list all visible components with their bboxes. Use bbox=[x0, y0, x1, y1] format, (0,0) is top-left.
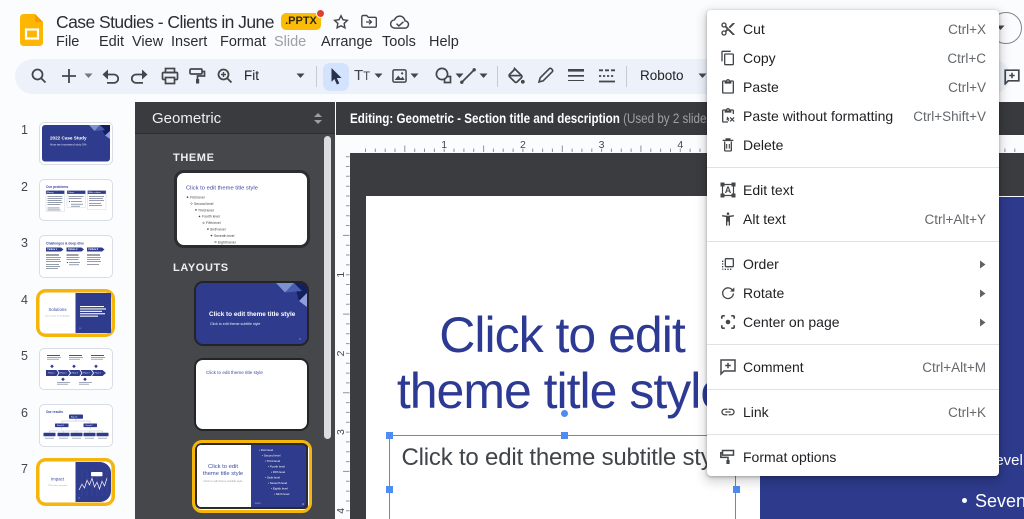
svg-text:• Third level: • Third level bbox=[265, 459, 280, 463]
svg-text:• Fourth level: • Fourth level bbox=[268, 465, 285, 469]
svg-text:• First level: • First level bbox=[259, 448, 274, 452]
svg-text:• Ninth level: • Ninth level bbox=[274, 492, 290, 496]
svg-text:Click to edit: Click to edit bbox=[208, 464, 238, 470]
svg-text:soon: soon bbox=[255, 502, 261, 505]
svg-text:Click to edit theme subtitle s: Click to edit theme subtitle style bbox=[203, 479, 243, 483]
svg-text:theme title style: theme title style bbox=[202, 471, 242, 477]
svg-text:Phase 2: Phase 2 bbox=[60, 372, 66, 374]
svg-text:4: 4 bbox=[677, 139, 683, 151]
svg-text:Phase 1: Phase 1 bbox=[48, 372, 54, 374]
svg-text:70% sales increase: 70% sales increase bbox=[48, 484, 68, 487]
svg-text:2: 2 bbox=[336, 350, 347, 356]
svg-text:3: 3 bbox=[299, 337, 301, 341]
svg-text:• Second level: • Second level bbox=[262, 454, 281, 458]
svg-text:Talent: Talent bbox=[68, 191, 74, 194]
svg-text:Phase 4: Phase 4 bbox=[83, 372, 89, 374]
svg-text:2: 2 bbox=[520, 139, 526, 151]
svg-text:3: 3 bbox=[336, 429, 347, 435]
svg-text:Failure 3: Failure 3 bbox=[88, 249, 98, 251]
svg-text:Fifth level: Fifth level bbox=[206, 221, 221, 225]
svg-text:Click to edit theme title styl: Click to edit theme title style bbox=[209, 311, 296, 318]
svg-text:Milks culture: Milks culture bbox=[88, 191, 101, 194]
svg-text:Failure 2: Failure 2 bbox=[68, 249, 78, 251]
svg-text:• Eighth level: • Eighth level bbox=[271, 487, 288, 491]
svg-text:• Fifth level: • Fifth level bbox=[271, 470, 286, 474]
svg-text:Click to edit theme title styl: Click to edit theme title style bbox=[186, 186, 258, 192]
svg-text:Third level: Third level bbox=[198, 208, 214, 212]
svg-text:Result 1: Result 1 bbox=[57, 424, 64, 427]
svg-text:Click to edit theme title styl: Click to edit theme title style bbox=[206, 370, 263, 375]
svg-text:Sixth level: Sixth level bbox=[210, 228, 226, 232]
svg-text:3: 3 bbox=[599, 139, 605, 151]
svg-text:Challenges & deep dive: Challenges & deep dive bbox=[46, 242, 84, 246]
svg-text:Result 2: Result 2 bbox=[85, 424, 92, 427]
svg-text:Our problems: Our problems bbox=[46, 185, 68, 189]
svg-text:Impact: Impact bbox=[51, 476, 65, 481]
svg-text:Solutions: Solutions bbox=[48, 307, 67, 312]
svg-text:Phase 5: Phase 5 bbox=[94, 372, 100, 374]
svg-text:Seventh level: Seventh level bbox=[214, 234, 235, 238]
svg-text:• Seventh level: • Seventh level bbox=[268, 481, 288, 485]
svg-text:1: 1 bbox=[336, 271, 347, 277]
svg-text:Big win: Big win bbox=[71, 417, 77, 419]
svg-text:Failure 1: Failure 1 bbox=[47, 249, 57, 251]
svg-text:Our answer to challenges: Our answer to challenges bbox=[45, 314, 71, 317]
svg-text:Eighth level: Eighth level bbox=[218, 240, 236, 244]
svg-text:Phase 3: Phase 3 bbox=[71, 372, 77, 374]
svg-text:Click to edit theme subtitle s: Click to edit theme subtitle style bbox=[210, 322, 260, 326]
svg-text:1: 1 bbox=[441, 139, 447, 151]
svg-text:How we increased sixty 5%: How we increased sixty 5% bbox=[50, 143, 87, 147]
svg-text:Fourth level: Fourth level bbox=[202, 215, 220, 219]
svg-text:Our results: Our results bbox=[46, 410, 63, 414]
svg-text:Second level: Second level bbox=[194, 202, 214, 206]
svg-text:Money: Money bbox=[47, 192, 54, 194]
svg-text:A: A bbox=[725, 185, 732, 195]
svg-text:First level: First level bbox=[190, 196, 205, 200]
svg-text:• Sixth level: • Sixth level bbox=[265, 476, 280, 480]
svg-text:4: 4 bbox=[336, 507, 347, 513]
svg-text:2022 Case Study: 2022 Case Study bbox=[50, 136, 87, 141]
